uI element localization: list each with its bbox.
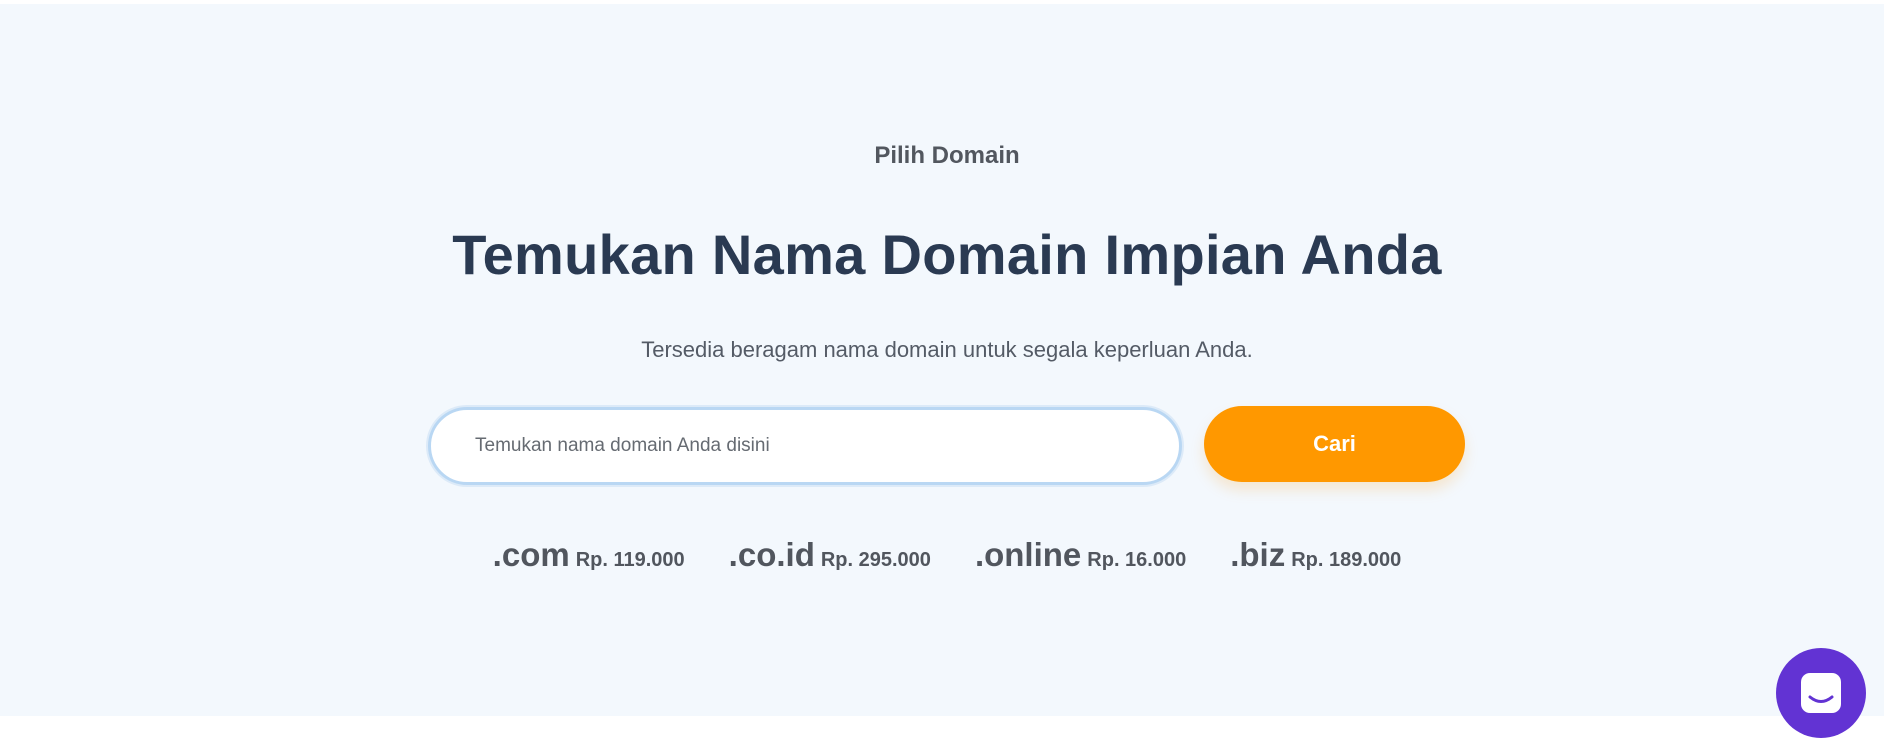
tld-price: Rp. 295.000	[820, 549, 931, 571]
page-bottom-area	[0, 716, 1884, 742]
domain-search-input[interactable]	[428, 407, 1182, 485]
tld-extension: .online	[974, 536, 1082, 573]
tld-item-co-id: .co.id Rp. 295.000	[729, 536, 931, 574]
tld-price-list: .com Rp. 119.000 .co.id Rp. 295.000 .onl…	[0, 536, 1884, 574]
tld-item-online: .online Rp. 16.000	[975, 536, 1186, 574]
tld-price: Rp. 119.000	[575, 549, 685, 571]
tld-item-biz: .biz Rp. 189.000	[1230, 536, 1401, 574]
tld-extension: .biz	[1230, 536, 1286, 573]
tld-extension: .com	[492, 536, 570, 573]
section-eyebrow: Pilih Domain	[874, 142, 1020, 169]
page-subtitle: Tersedia beragam nama domain untuk segal…	[641, 337, 1253, 362]
chat-launcher-button[interactable]	[1776, 648, 1866, 738]
chat-icon	[1801, 673, 1841, 713]
tld-price: Rp. 16.000	[1087, 549, 1187, 571]
tld-extension: .co.id	[728, 536, 815, 573]
page-title: Temukan Nama Domain Impian Anda	[452, 223, 1442, 286]
search-button[interactable]: Cari	[1204, 406, 1465, 482]
tld-item-com: .com Rp. 119.000	[493, 536, 685, 574]
tld-price: Rp. 189.000	[1291, 549, 1402, 571]
